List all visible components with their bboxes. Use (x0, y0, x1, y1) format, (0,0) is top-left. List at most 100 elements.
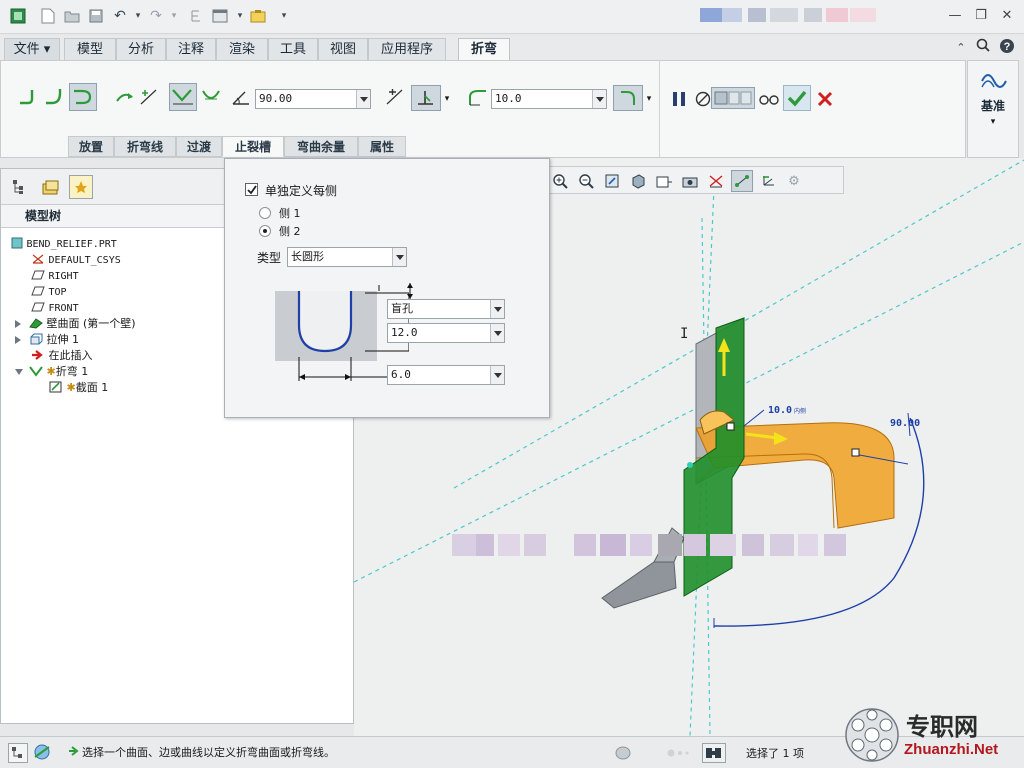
bend-region-icon[interactable] (199, 85, 223, 109)
tree-item-first-wall[interactable]: 壁曲面 (第一个壁) (15, 316, 136, 332)
tab-model[interactable]: 模型 (64, 38, 116, 60)
save-icon[interactable] (86, 6, 106, 26)
define-each-side-label: 单独定义每侧 (265, 184, 338, 198)
subtab-properties[interactable]: 属性 (358, 136, 406, 157)
tab-render[interactable]: 渲染 (216, 38, 268, 60)
datum-dropdown-icon[interactable]: ▾ (968, 117, 1018, 127)
radius-side-icon[interactable] (613, 85, 643, 111)
redo-icon[interactable]: ↷ (146, 6, 166, 26)
undo-icon[interactable]: ↶ (110, 6, 130, 26)
status-arrow-icon (68, 745, 80, 760)
status-bar: 选择一个曲面、边或曲线以定义折弯曲面或折弯线。 选择了 1 项 专职网 Zhua… (0, 708, 1024, 768)
expand-arrow-icon[interactable] (15, 336, 21, 344)
subtab-bend-line[interactable]: 折弯线 (114, 136, 176, 157)
minimize-button[interactable]: — (944, 6, 966, 26)
close-button[interactable]: ✕ (996, 6, 1018, 26)
csys-display-icon[interactable] (757, 170, 779, 192)
tree-item-insert-here[interactable]: 在此插入 (31, 348, 93, 364)
refit-icon[interactable] (601, 170, 623, 192)
watermark-text-cn: 专职网 (906, 712, 978, 741)
tab-tools[interactable]: 工具 (268, 38, 318, 60)
show-browser-icon[interactable] (32, 743, 54, 763)
search-icon[interactable] (972, 38, 994, 58)
tree-item-right[interactable]: RIGHT (31, 268, 79, 284)
angle-drag-handle[interactable] (851, 448, 860, 457)
bend-angle-field[interactable]: 90.00 (255, 89, 371, 109)
close-window-icon[interactable] (248, 6, 268, 26)
spin-center-icon[interactable]: ⚙ (783, 170, 805, 192)
angle-dimension-text[interactable]: 90.00 (890, 418, 920, 429)
model-tree-tab-icon[interactable] (7, 175, 31, 199)
side-2-radio[interactable] (259, 225, 271, 237)
undo-dropdown-icon[interactable]: ▾ (128, 6, 148, 26)
shading-icon[interactable] (627, 170, 649, 192)
expand-arrow-icon[interactable] (15, 320, 21, 328)
depth-dimension-field[interactable]: 12.0 (387, 323, 505, 343)
tree-item-bend[interactable]: ✱折弯 1 (15, 364, 88, 380)
side-1-radio[interactable] (259, 207, 271, 219)
subtab-bend-allowance[interactable]: 弯曲余量 (284, 136, 358, 157)
regenerate-icon[interactable] (186, 6, 206, 26)
zoom-out-icon[interactable] (575, 170, 597, 192)
pause-icon[interactable] (667, 87, 691, 111)
flip-angle-icon[interactable] (383, 85, 407, 109)
tree-item-top[interactable]: TOP (31, 284, 67, 300)
customize-toolbar-icon[interactable]: ▾ (274, 6, 294, 26)
bend-line-selected-icon[interactable] (169, 83, 197, 111)
glasses-icon[interactable] (757, 87, 781, 111)
radius-dimension-text[interactable]: 10.0 (768, 405, 792, 416)
windows-dropdown-icon[interactable]: ▾ (230, 6, 250, 26)
show-navigator-icon[interactable] (8, 743, 28, 763)
radius-drag-handle[interactable] (726, 422, 735, 431)
saved-orientations-icon[interactable] (653, 170, 675, 192)
tree-item-csys[interactable]: DEFAULT_CSYS (31, 252, 121, 268)
subtab-placement[interactable]: 放置 (68, 136, 114, 157)
windows-icon[interactable] (210, 6, 230, 26)
datum-display-icon[interactable] (705, 170, 727, 192)
collapse-arrow-icon[interactable] (15, 369, 23, 375)
new-file-icon[interactable] (38, 6, 58, 26)
find-icon[interactable] (702, 743, 726, 763)
width-dimension-field[interactable]: 6.0 (387, 365, 505, 385)
tree-item-extrude[interactable]: 拉伸 1 (15, 332, 79, 348)
tab-analysis[interactable]: 分析 (116, 38, 166, 60)
radius-side-dropdown-icon[interactable]: ▾ (643, 89, 655, 109)
bend-roll-icon[interactable] (43, 85, 67, 109)
datum-group[interactable]: 基准 ▾ (967, 60, 1019, 158)
tree-item-part[interactable]: BEND_RELIEF.PRT (11, 236, 117, 252)
zoom-in-icon[interactable] (549, 170, 571, 192)
open-file-icon[interactable] (62, 6, 82, 26)
bend-rolled-selected-icon[interactable] (69, 83, 97, 111)
bend-line-endpoint[interactable] (687, 462, 693, 468)
depth-option-select[interactable]: 盲孔 (387, 299, 505, 319)
subtab-relief[interactable]: 止裂槽 (222, 136, 284, 157)
tab-bend[interactable]: 折弯 (458, 38, 510, 61)
cancel-icon[interactable] (813, 87, 837, 111)
preview-mode-icon[interactable] (711, 87, 755, 109)
point-display-icon[interactable] (731, 170, 753, 192)
tab-applications[interactable]: 应用程序 (368, 38, 446, 60)
redo-dropdown-icon[interactable]: ▾ (164, 6, 184, 26)
tree-item-front[interactable]: FRONT (31, 300, 79, 316)
bend-direction-icon[interactable] (113, 85, 137, 109)
favorites-tab-icon[interactable] (69, 175, 93, 199)
angle-measure-icon[interactable] (411, 85, 441, 111)
extrude-icon (30, 333, 43, 345)
tab-file[interactable]: 文件 ▾ (4, 38, 60, 60)
restore-button[interactable]: ❐ (970, 6, 992, 26)
check-icon[interactable] (783, 85, 811, 111)
folder-browser-tab-icon[interactable] (39, 175, 63, 199)
angle-measure-dropdown-icon[interactable]: ▾ (441, 89, 453, 109)
subtab-transition[interactable]: 过渡 (176, 136, 222, 157)
camera-icon[interactable] (679, 170, 701, 192)
tab-view[interactable]: 视图 (318, 38, 368, 60)
relief-type-select[interactable]: 长圆形 (287, 247, 407, 267)
bend-radius-field[interactable]: 10.0 (491, 89, 607, 109)
help-icon[interactable]: ? (996, 38, 1018, 58)
bend-angle-icon[interactable] (17, 85, 41, 109)
tree-item-section[interactable]: ✱截面 1 (49, 380, 108, 396)
define-each-side-checkbox[interactable] (245, 183, 258, 196)
minimize-ribbon-icon[interactable]: ⌃ (950, 38, 972, 58)
flip-side-icon[interactable] (137, 85, 161, 109)
tab-annotate[interactable]: 注释 (166, 38, 216, 60)
